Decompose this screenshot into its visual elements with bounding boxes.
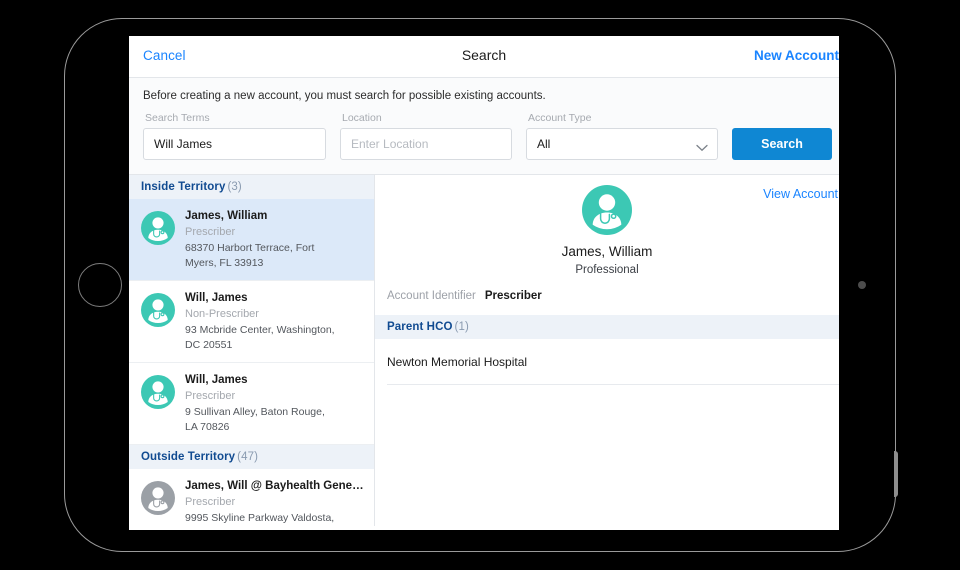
result-address-line-1: 93 Mcbride Center, Washington,: [185, 324, 364, 337]
result-row-text: James, WilliamPrescriber 68370 Harbort Te…: [185, 209, 364, 270]
content-area: Inside Territory(3)James, WilliamPrescri…: [129, 175, 839, 526]
account-subtitle: Professional: [375, 264, 839, 276]
section-count: (47): [237, 451, 258, 463]
view-account-link[interactable]: View Account: [763, 187, 838, 201]
screenshot-stage: Cancel Search New Account Before creatin…: [0, 0, 960, 570]
search-terms-input[interactable]: [143, 128, 326, 160]
result-address-line-2: DC 20551: [185, 339, 364, 352]
result-type: Prescriber: [185, 225, 364, 240]
account-type-field-group: Account Type All: [526, 112, 718, 160]
result-row-text: James, Will @ Bayhealth General Hospi…Pr…: [185, 479, 364, 526]
result-row[interactable]: Will, JamesPrescriber 9 Sullivan Alley, B…: [129, 363, 374, 445]
doctor-avatar-teal-icon: [141, 293, 175, 327]
search-fields-row: Search Terms Location Account Type All: [129, 112, 839, 160]
account-detail-pane: View Account James, William Professional: [375, 175, 839, 526]
parent-hco-title: Parent HCO: [387, 321, 453, 333]
doctor-avatar-teal-icon: [141, 375, 175, 409]
section-title: Inside Territory: [141, 181, 225, 193]
section-title: Outside Territory: [141, 451, 235, 463]
result-type: Prescriber: [185, 495, 364, 510]
account-name: James, William: [375, 243, 839, 261]
parent-hco-item[interactable]: Newton Memorial Hospital: [375, 339, 839, 385]
list-divider: [387, 384, 839, 385]
result-type: Prescriber: [185, 389, 364, 404]
result-address-line-2: LA 70826: [185, 421, 364, 434]
front-camera-icon: [858, 281, 866, 289]
location-input[interactable]: [340, 128, 512, 160]
results-section-header: Outside Territory(47): [129, 445, 374, 469]
search-button-spacer: [732, 112, 832, 124]
result-row-text: Will, JamesNon-Prescriber 93 Mcbride Cent…: [185, 291, 364, 352]
parent-hco-count: (1): [455, 321, 469, 333]
location-label: Location: [340, 112, 512, 124]
page-title: Search: [129, 47, 839, 63]
account-type-select-wrap: All: [526, 128, 718, 160]
navigation-bar: Cancel Search New Account: [129, 36, 839, 78]
result-row[interactable]: James, Will @ Bayhealth General Hospi…Pr…: [129, 469, 374, 526]
result-name: Will, James: [185, 373, 364, 388]
search-panel: Before creating a new account, you must …: [129, 78, 839, 175]
result-address-line-1: 68370 Harbort Terrace, Fort: [185, 242, 364, 255]
doctor-avatar-icon: [582, 185, 632, 235]
result-row[interactable]: Will, JamesNon-Prescriber 93 Mcbride Cent…: [129, 281, 374, 363]
device-side-button[interactable]: [894, 451, 898, 497]
result-row-text: Will, JamesPrescriber 9 Sullivan Alley, B…: [185, 373, 364, 434]
doctor-avatar-teal-icon: [141, 211, 175, 245]
parent-hco-section-header: Parent HCO(1): [375, 315, 839, 339]
search-button[interactable]: Search: [732, 128, 832, 160]
device-screen: Cancel Search New Account Before creatin…: [129, 36, 839, 530]
search-terms-field-group: Search Terms: [143, 112, 326, 160]
result-type: Non-Prescriber: [185, 307, 364, 322]
account-type-select[interactable]: All: [526, 128, 718, 160]
results-section-header: Inside Territory(3): [129, 175, 374, 199]
doctor-avatar-gray-icon: [141, 481, 175, 515]
account-type-label: Account Type: [526, 112, 718, 124]
result-row[interactable]: James, WilliamPrescriber 68370 Harbort Te…: [129, 199, 374, 281]
search-hint-text: Before creating a new account, you must …: [129, 90, 839, 112]
account-identifier-value: Prescriber: [485, 290, 542, 302]
result-name: Will, James: [185, 291, 364, 306]
results-list-pane[interactable]: Inside Territory(3)James, WilliamPrescri…: [129, 175, 375, 526]
account-identifier-label: Account Identifier: [387, 290, 476, 302]
location-field-group: Location: [340, 112, 512, 160]
result-address-line-2: Myers, FL 33913: [185, 257, 364, 270]
result-name: James, Will @ Bayhealth General Hospi…: [185, 479, 364, 494]
section-count: (3): [227, 181, 241, 193]
home-button[interactable]: [78, 263, 122, 307]
account-identifier-row: Account Identifier Prescriber: [375, 290, 839, 315]
account-type-selected-value: All: [537, 137, 550, 151]
result-address-line-1: 9995 Skyline Parkway Valdosta,: [185, 512, 364, 525]
parent-hco-name: Newton Memorial Hospital: [375, 339, 839, 384]
result-name: James, William: [185, 209, 364, 224]
search-button-group: Search: [732, 112, 832, 160]
new-account-button[interactable]: New Account: [754, 48, 839, 63]
result-address-line-1: 9 Sullivan Alley, Baton Rouge,: [185, 406, 364, 419]
search-terms-label: Search Terms: [143, 112, 326, 124]
